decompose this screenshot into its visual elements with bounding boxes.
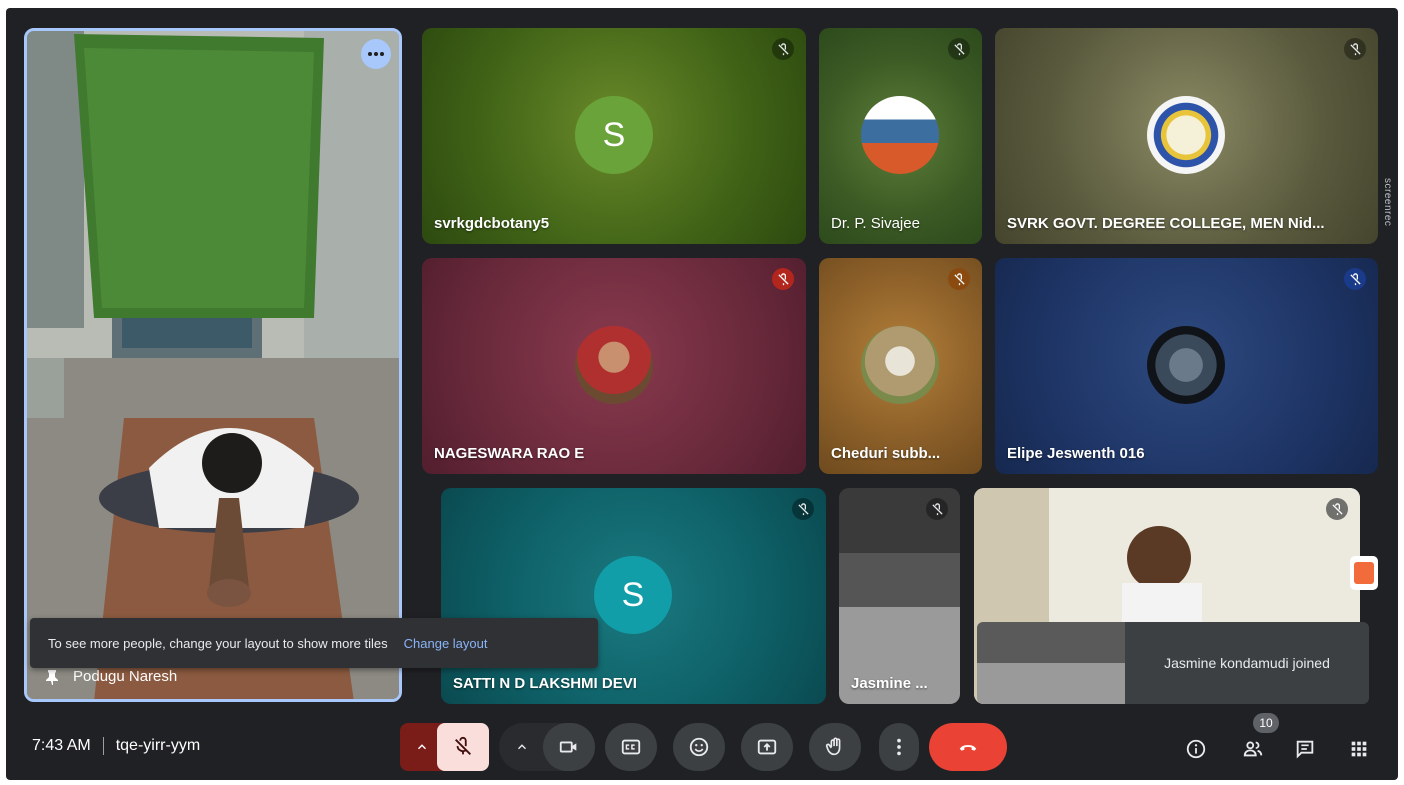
avatar bbox=[861, 96, 939, 174]
leave-call-button[interactable] bbox=[929, 723, 1007, 771]
participant-tile[interactable]: NAGESWARA RAO E bbox=[422, 258, 806, 474]
participant-tile[interactable]: S SATTI N D LAKSHMI DEVI bbox=[441, 488, 826, 704]
college-logo bbox=[1147, 96, 1225, 174]
participant-name: svrkgdcbotany5 bbox=[434, 215, 550, 232]
muted-mic-icon bbox=[1326, 498, 1348, 520]
avatar-letter: S bbox=[594, 556, 672, 634]
participant-name: SVRK GOVT. DEGREE COLLEGE, MEN Nid... bbox=[1007, 215, 1325, 232]
participant-name: Elipe Jeswenth 016 bbox=[1007, 445, 1145, 462]
meet-stage: Podugu Naresh S svrkgdcbotany5 Dr. P. Si… bbox=[6, 8, 1398, 780]
muted-mic-icon bbox=[1344, 268, 1366, 290]
participant-tile[interactable]: Jasmine ... bbox=[839, 488, 960, 704]
muted-mic-icon bbox=[792, 498, 814, 520]
participant-tile[interactable]: S svrkgdcbotany5 bbox=[422, 28, 806, 244]
yoga-video-frame bbox=[27, 31, 399, 699]
participant-tile[interactable]: Dr. P. Sivajee bbox=[819, 28, 982, 244]
screenrec-watermark: screenrec bbox=[1382, 178, 1393, 227]
muted-mic-icon bbox=[772, 268, 794, 290]
more-options-icon[interactable] bbox=[361, 39, 391, 69]
pinned-participant-name: Podugu Naresh bbox=[73, 668, 178, 685]
participant-tile[interactable]: Cheduri subb... bbox=[819, 258, 982, 474]
avatar bbox=[575, 326, 653, 404]
participant-name: Jasmine ... bbox=[851, 675, 928, 692]
join-notification: Jasmine kondamudi joined bbox=[977, 622, 1369, 704]
pinned-video-tile[interactable]: Podugu Naresh bbox=[24, 28, 402, 702]
avatar bbox=[1147, 326, 1225, 404]
divider bbox=[102, 737, 104, 755]
chat-icon bbox=[1296, 740, 1314, 759]
muted-mic-icon bbox=[926, 498, 948, 520]
info-icon bbox=[1186, 739, 1206, 759]
participant-tile[interactable]: Elipe Jeswenth 016 bbox=[995, 258, 1378, 474]
activities-button[interactable] bbox=[1346, 736, 1372, 762]
mic-off-icon bbox=[455, 736, 471, 755]
raise-hand-button[interactable] bbox=[809, 723, 861, 771]
chevron-up-icon bbox=[418, 744, 426, 750]
camera-toggle-button[interactable] bbox=[543, 723, 595, 771]
captions-button[interactable] bbox=[605, 723, 657, 771]
participant-name: NAGESWARA RAO E bbox=[434, 445, 585, 462]
pin-icon bbox=[46, 669, 58, 685]
mic-toggle-button[interactable] bbox=[437, 723, 489, 771]
more-vert-icon bbox=[897, 738, 901, 756]
emoji-icon bbox=[689, 737, 709, 757]
people-button[interactable] bbox=[1240, 736, 1266, 762]
muted-mic-icon bbox=[772, 38, 794, 60]
participant-name: Dr. P. Sivajee bbox=[831, 215, 920, 232]
pdf-icon[interactable] bbox=[1350, 556, 1378, 590]
apps-grid-icon bbox=[1351, 741, 1367, 757]
participant-tile[interactable]: SVRK GOVT. DEGREE COLLEGE, MEN Nid... bbox=[995, 28, 1378, 244]
hand-icon bbox=[825, 737, 841, 756]
toast-text: To see more people, change your layout t… bbox=[48, 635, 388, 651]
people-icon bbox=[1243, 741, 1263, 757]
participant-name: SATTI N D LAKSHMI DEVI bbox=[453, 675, 637, 692]
avatar-letter: S bbox=[575, 96, 653, 174]
muted-mic-icon bbox=[1344, 38, 1366, 60]
videocam-icon bbox=[559, 741, 577, 753]
notification-text: Jasmine kondamudi joined bbox=[1164, 655, 1330, 671]
chevron-up-icon bbox=[518, 744, 526, 750]
change-layout-link[interactable]: Change layout bbox=[404, 636, 488, 651]
meeting-details-button[interactable] bbox=[1183, 736, 1209, 762]
meeting-info: 7:43 AM tqe-yirr-yym bbox=[32, 737, 200, 755]
call-end-icon bbox=[959, 745, 977, 751]
muted-mic-icon bbox=[948, 38, 970, 60]
chat-button[interactable] bbox=[1292, 736, 1318, 762]
more-options-button[interactable] bbox=[879, 723, 919, 771]
present-screen-button[interactable] bbox=[741, 723, 793, 771]
muted-mic-icon bbox=[948, 268, 970, 290]
participant-name: Cheduri subb... bbox=[831, 445, 941, 462]
meeting-time: 7:43 AM bbox=[32, 737, 91, 754]
reactions-button[interactable] bbox=[673, 723, 725, 771]
present-icon bbox=[757, 739, 777, 755]
people-count-badge: 10 bbox=[1253, 713, 1279, 733]
layout-toast: To see more people, change your layout t… bbox=[30, 618, 598, 668]
meeting-code: tqe-yirr-yym bbox=[115, 737, 201, 754]
avatar bbox=[861, 326, 939, 404]
closed-caption-icon bbox=[621, 739, 641, 755]
